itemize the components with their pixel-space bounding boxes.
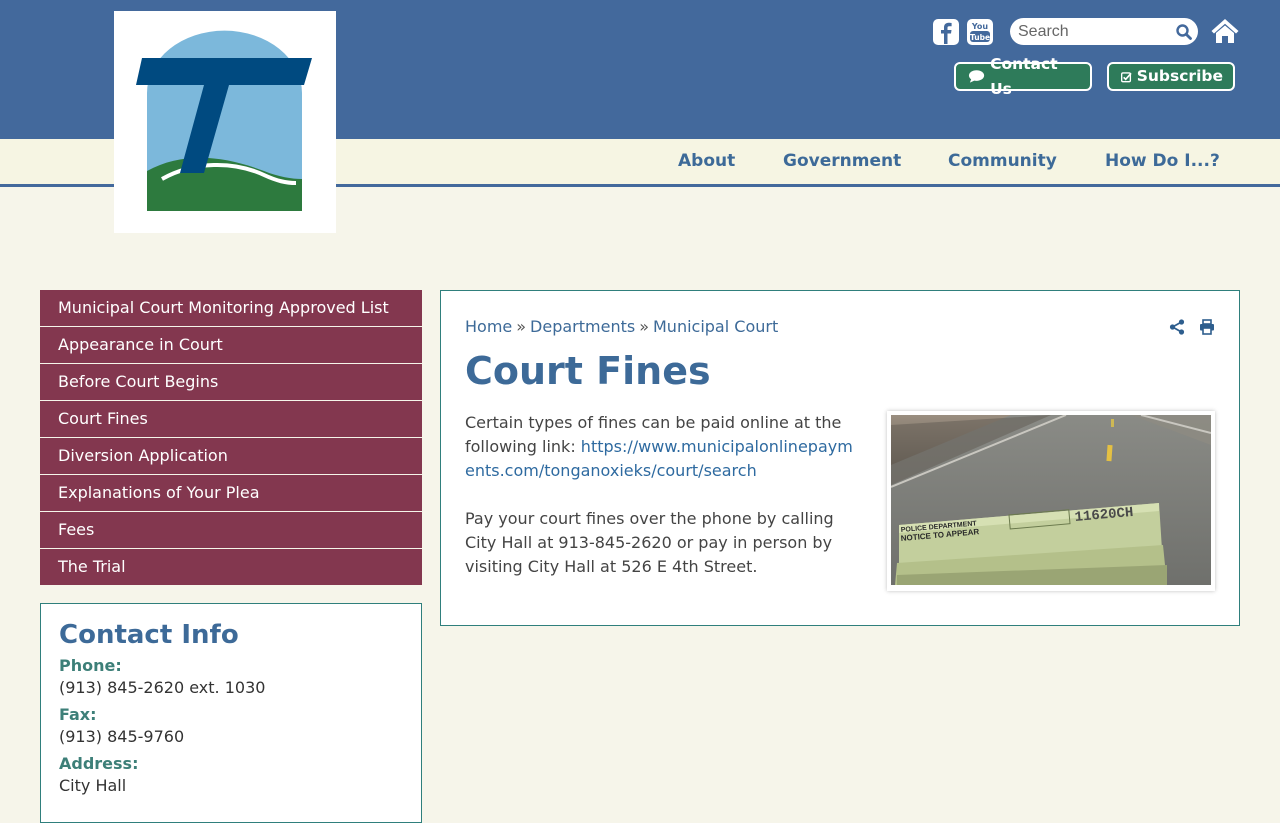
youtube-icon[interactable]: You Tube xyxy=(966,18,994,46)
print-icon[interactable] xyxy=(1199,319,1215,339)
contact-us-label: Contact Us xyxy=(990,54,1058,98)
online-payment-paragraph: Certain types of fines can be paid onlin… xyxy=(465,411,861,483)
court-ticket-photo: POLICE DEPARTMENT NOTICE TO APPEAR 11620… xyxy=(887,411,1215,591)
sidebar-item-appearance-in-court[interactable]: Appearance in Court xyxy=(40,327,422,364)
sidebar-item-court-fines[interactable]: Court Fines xyxy=(40,401,422,438)
contact-info-title: Contact Info xyxy=(59,620,239,650)
search-icon[interactable] xyxy=(1176,24,1192,44)
search-input[interactable] xyxy=(1016,20,1170,44)
search-box xyxy=(1010,18,1198,45)
breadcrumb-home[interactable]: Home xyxy=(465,317,512,336)
nav-item-community[interactable]: Community xyxy=(948,151,1057,173)
svg-text:Tube: Tube xyxy=(970,33,990,42)
sidebar-nav: Municipal Court Monitoring Approved List… xyxy=(40,290,422,586)
fax-value: (913) 845-9760 xyxy=(59,727,185,746)
breadcrumb-municipal-court[interactable]: Municipal Court xyxy=(653,317,778,336)
sidebar-item-before-court-begins[interactable]: Before Court Begins xyxy=(40,364,422,401)
sidebar-item-the-trial[interactable]: The Trial xyxy=(40,549,422,586)
address-label: Address: xyxy=(59,754,139,773)
breadcrumb: Home» Departments» Municipal Court xyxy=(465,317,778,336)
contact-info-card: Contact Info Phone: (913) 845-2620 ext. … xyxy=(40,603,422,823)
fax-label: Fax: xyxy=(59,705,97,724)
chat-icon xyxy=(968,70,985,83)
site-logo[interactable] xyxy=(114,11,336,233)
subscribe-label: Subscribe xyxy=(1136,67,1223,85)
checkbox-icon xyxy=(1121,71,1132,82)
home-icon[interactable] xyxy=(1210,17,1240,49)
sidebar-item-monitoring-approved-list[interactable]: Municipal Court Monitoring Approved List xyxy=(40,290,422,327)
facebook-icon[interactable] xyxy=(932,18,960,46)
sidebar-item-diversion-application[interactable]: Diversion Application xyxy=(40,438,422,475)
breadcrumb-departments[interactable]: Departments xyxy=(530,317,635,336)
phone-value: (913) 845-2620 ext. 1030 xyxy=(59,678,266,697)
nav-item-government[interactable]: Government xyxy=(783,151,901,173)
svg-text:You: You xyxy=(971,22,989,31)
contact-us-button[interactable]: Contact Us xyxy=(954,55,1092,98)
phone-payment-paragraph: Pay your court fines over the phone by c… xyxy=(465,509,834,576)
phone-label: Phone: xyxy=(59,656,122,675)
subscribe-button[interactable]: Subscribe xyxy=(1107,62,1235,91)
logo-graphic xyxy=(136,30,312,212)
share-icon[interactable] xyxy=(1169,319,1185,339)
nav-item-how-do-i[interactable]: How Do I...? xyxy=(1105,151,1220,173)
address-value: City Hall xyxy=(59,776,127,795)
nav-item-about[interactable]: About xyxy=(678,151,735,173)
page-body: Certain types of fines can be paid onlin… xyxy=(465,411,861,603)
sidebar-item-explanations-of-plea[interactable]: Explanations of Your Plea xyxy=(40,475,422,512)
breadcrumb-separator: » xyxy=(639,317,649,336)
page-title: Court Fines xyxy=(465,349,711,393)
content-card: Home» Departments» Municipal Court Court F… xyxy=(440,290,1240,626)
sidebar-item-fees[interactable]: Fees xyxy=(40,512,422,549)
breadcrumb-separator: » xyxy=(516,317,527,336)
